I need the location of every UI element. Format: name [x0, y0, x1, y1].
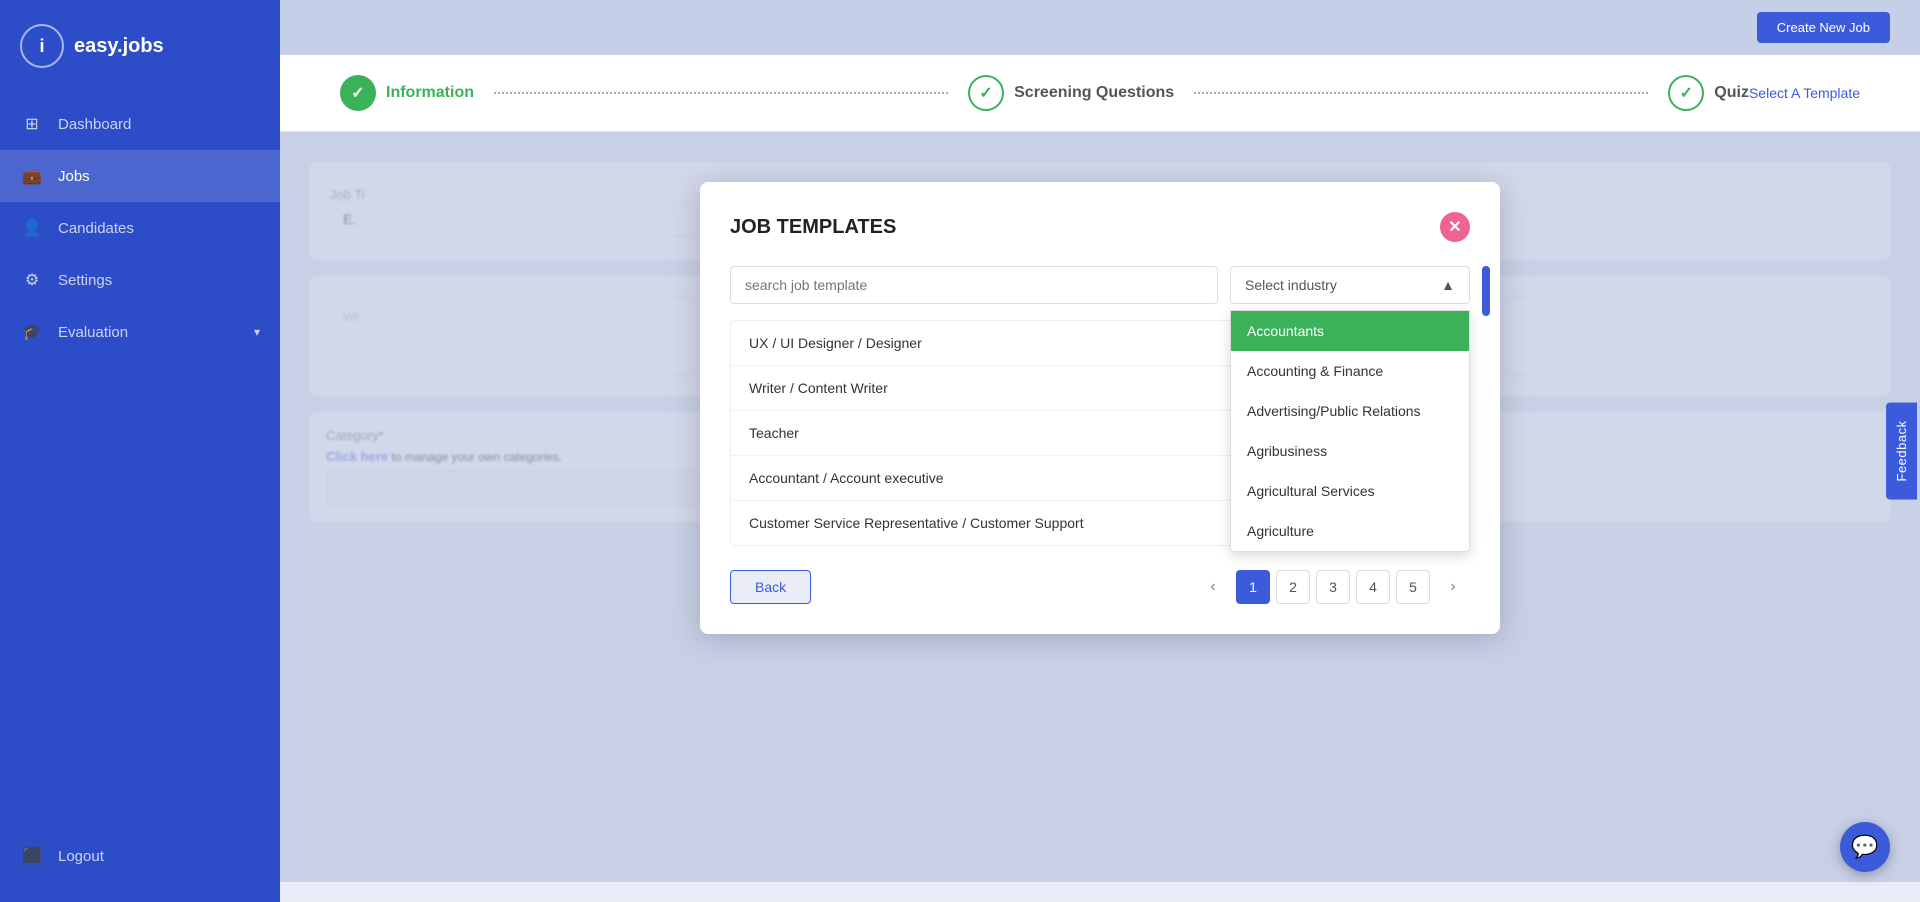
page-1-button[interactable]: 1 — [1236, 570, 1270, 604]
page-5-button[interactable]: 5 — [1396, 570, 1430, 604]
page-content: Job Ti Tips: T Jo Wr Category* — [280, 132, 1920, 882]
industry-option-0[interactable]: Accountants — [1231, 311, 1469, 351]
step-divider-2 — [1194, 92, 1648, 94]
sidebar-item-jobs[interactable]: 💼 Jobs — [0, 150, 280, 202]
sidebar-item-evaluation[interactable]: 🎓 Evaluation ▾ — [0, 306, 280, 358]
industry-option-5[interactable]: Agriculture — [1231, 511, 1469, 551]
sidebar-item-candidates[interactable]: 👤 Candidates — [0, 202, 280, 254]
modal-scrollbar-track — [1482, 266, 1490, 304]
chevron-up-icon: ▲ — [1441, 277, 1455, 293]
create-job-button[interactable]: Create New Job — [1757, 12, 1890, 43]
select-template-link[interactable]: Select A Template — [1749, 85, 1860, 101]
job-templates-modal: JOB TEMPLATES ✕ Select industry ▲ Accoun… — [700, 182, 1500, 634]
app-name: easy.jobs — [74, 35, 164, 58]
industry-select-trigger[interactable]: Select industry ▲ — [1230, 266, 1470, 304]
sidebar-label-evaluation: Evaluation — [58, 324, 128, 341]
industry-option-1[interactable]: Accounting & Finance — [1231, 351, 1469, 391]
modal-scrollbar-thumb — [1482, 266, 1490, 316]
step-divider-1 — [494, 92, 948, 94]
evaluation-icon: 🎓 — [20, 320, 44, 344]
industry-dropdown-list: Accountants Accounting & Finance Adverti… — [1230, 310, 1470, 552]
step-circle-information: ✓ — [340, 75, 376, 111]
step-quiz: ✓ Quiz — [1668, 75, 1749, 111]
sidebar-label-jobs: Jobs — [58, 168, 90, 185]
page-2-button[interactable]: 2 — [1276, 570, 1310, 604]
step-label-screening: Screening Questions — [1014, 84, 1174, 102]
modal-header: JOB TEMPLATES ✕ — [730, 212, 1470, 242]
candidates-icon: 👤 — [20, 216, 44, 240]
main-content: Create New Job ✓ Information ✓ Screening… — [280, 0, 1920, 902]
search-select-row: Select industry ▲ Accountants Accounting… — [730, 266, 1470, 304]
industry-option-3[interactable]: Agribusiness — [1231, 431, 1469, 471]
pagination: ‹ 1 2 3 4 5 › — [1196, 570, 1470, 604]
page-4-button[interactable]: 4 — [1356, 570, 1390, 604]
step-circle-quiz: ✓ — [1668, 75, 1704, 111]
sidebar-item-settings[interactable]: ⚙ Settings — [0, 254, 280, 306]
search-input[interactable] — [730, 266, 1218, 304]
sidebar-label-candidates: Candidates — [58, 220, 134, 237]
modal-title: JOB TEMPLATES — [730, 216, 896, 239]
industry-option-4[interactable]: Agricultural Services — [1231, 471, 1469, 511]
back-button[interactable]: Back — [730, 570, 811, 604]
dashboard-icon: ⊞ — [20, 112, 44, 136]
industry-option-2[interactable]: Advertising/Public Relations — [1231, 391, 1469, 431]
step-circle-screening: ✓ — [968, 75, 1004, 111]
logout-icon: ⬛ — [20, 844, 44, 868]
step-label-quiz: Quiz — [1714, 84, 1749, 102]
feedback-tab[interactable]: Feedback — [1886, 402, 1917, 499]
modal-close-button[interactable]: ✕ — [1440, 212, 1470, 242]
sidebar-label-logout: Logout — [58, 848, 104, 865]
sidebar: i easy.jobs ⊞ Dashboard 💼 Jobs 👤 Candida… — [0, 0, 280, 902]
logo-icon: i — [20, 24, 64, 68]
prev-page-button[interactable]: ‹ — [1196, 570, 1230, 604]
sidebar-label-dashboard: Dashboard — [58, 116, 131, 133]
modal-footer: Back ‹ 1 2 3 4 5 › — [730, 570, 1470, 604]
step-label-information: Information — [386, 84, 474, 102]
sidebar-label-settings: Settings — [58, 272, 112, 289]
sidebar-item-logout[interactable]: ⬛ Logout — [0, 830, 280, 882]
chat-icon: 💬 — [1851, 834, 1878, 860]
step-screening: ✓ Screening Questions — [968, 75, 1174, 111]
sidebar-item-dashboard[interactable]: ⊞ Dashboard — [0, 98, 280, 150]
steps-bar: ✓ Information ✓ Screening Questions ✓ Qu… — [280, 55, 1920, 132]
next-page-button[interactable]: › — [1436, 570, 1470, 604]
jobs-icon: 💼 — [20, 164, 44, 188]
settings-icon: ⚙ — [20, 268, 44, 292]
chat-button[interactable]: 💬 — [1840, 822, 1890, 872]
step-information: ✓ Information — [340, 75, 474, 111]
page-3-button[interactable]: 3 — [1316, 570, 1350, 604]
app-logo: i easy.jobs — [0, 0, 280, 98]
top-bar: Create New Job — [280, 0, 1920, 55]
industry-select-label: Select industry — [1245, 277, 1337, 293]
industry-select-wrapper: Select industry ▲ Accountants Accounting… — [1230, 266, 1470, 304]
